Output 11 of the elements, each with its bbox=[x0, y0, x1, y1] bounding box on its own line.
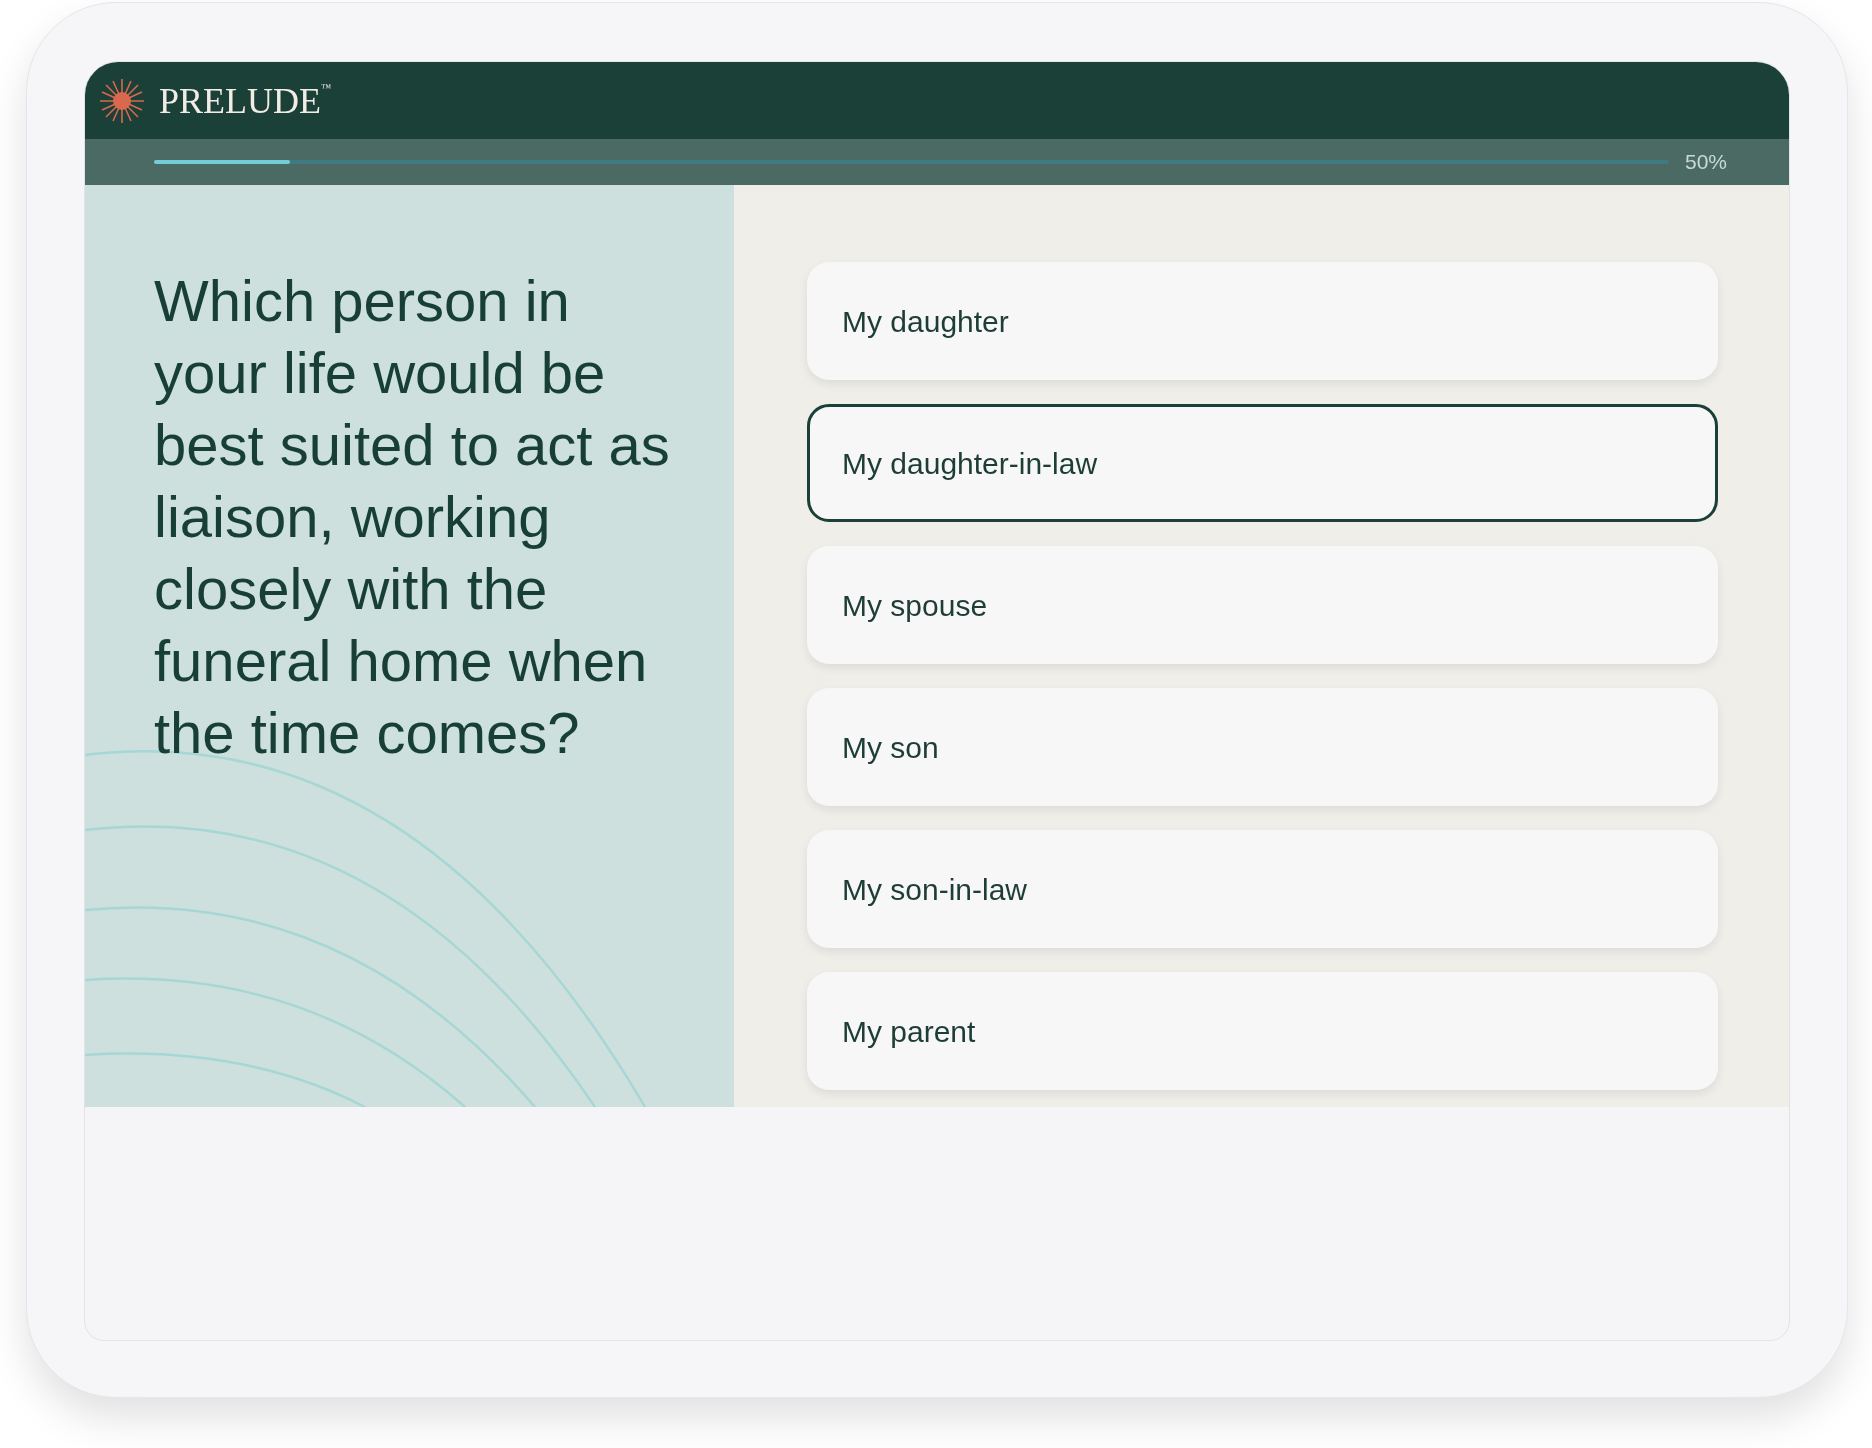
answer-option[interactable]: My spouse bbox=[807, 546, 1718, 664]
answer-option[interactable]: My daughter bbox=[807, 262, 1718, 380]
sunburst-logo-icon bbox=[99, 77, 145, 124]
answer-option[interactable]: My son bbox=[807, 688, 1718, 806]
brand-name: PRELUDE bbox=[159, 82, 321, 119]
answer-option[interactable]: My son-in-law bbox=[807, 830, 1718, 948]
progress-percent: 50% bbox=[1684, 149, 1727, 176]
answer-option[interactable]: My daughter-in-law bbox=[807, 404, 1718, 522]
answer-option[interactable]: My parent bbox=[807, 972, 1718, 1090]
trademark-mark: ™ bbox=[321, 82, 331, 93]
question-text: Which person in your life would be best suited to act as liaison, working closely with the funeral home when the time comes? bbox=[154, 267, 671, 767]
